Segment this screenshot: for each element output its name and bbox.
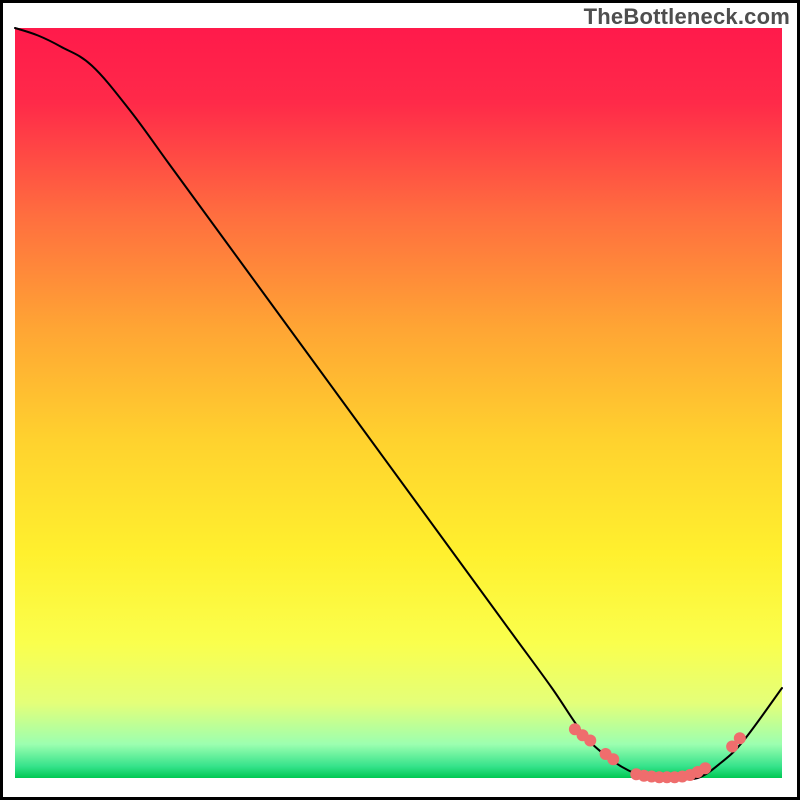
marker-dot — [607, 753, 619, 765]
marker-dot — [584, 735, 596, 747]
marker-dot — [699, 762, 711, 774]
watermark-text: TheBottleneck.com — [584, 4, 790, 30]
chart-container: TheBottleneck.com — [0, 0, 800, 800]
bottleneck-chart — [0, 0, 800, 800]
marker-dot — [734, 732, 746, 744]
plot-background — [15, 28, 782, 778]
